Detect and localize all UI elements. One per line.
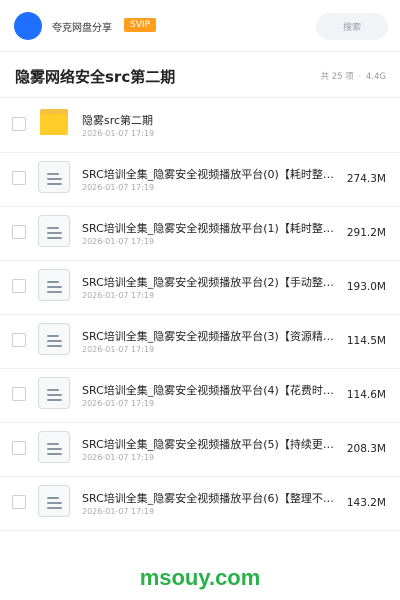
item-checkbox[interactable] xyxy=(12,279,26,293)
document-icon xyxy=(38,377,70,409)
item-date: 2026-01-07 17:19 xyxy=(82,291,155,300)
item-date: 2026-01-07 17:19 xyxy=(82,345,155,354)
document-icon xyxy=(38,431,70,463)
title-row: 隐雾网络安全src第二期 共 25 项 · 4.4G xyxy=(0,52,400,98)
item-name: SRC培训全集_隐雾安全视频播放平台(6)【整理不易，请勿倒卖】.txt xyxy=(82,492,336,505)
item-date: 2026-01-07 17:19 xyxy=(82,237,155,246)
list-item[interactable]: SRC培训全集_隐雾安全视频播放平台(2)【手动整理不易，请勿倒卖】.txt 2… xyxy=(0,261,400,315)
item-count: 共 25 项 xyxy=(320,72,354,82)
item-checkbox[interactable] xyxy=(12,387,26,401)
item-size: 114.5M xyxy=(346,335,386,347)
search-input[interactable]: 搜索 xyxy=(316,13,388,40)
item-name: SRC培训全集_隐雾安全视频播放平台(1)【耗时整理不易，请勿倒卖】.txt xyxy=(82,222,336,235)
item-checkbox[interactable] xyxy=(12,225,26,239)
item-date: 2026-01-07 17:19 xyxy=(82,399,155,408)
folder-summary: 共 25 项 · 4.4G xyxy=(320,70,387,82)
item-name: SRC培训全集_隐雾安全视频播放平台(2)【手动整理不易，请勿倒卖】.txt xyxy=(82,276,336,289)
document-icon xyxy=(38,485,70,517)
header-bar: 夸克网盘分享 SVIP 搜索 xyxy=(0,0,400,52)
document-icon xyxy=(38,323,70,355)
item-checkbox[interactable] xyxy=(12,333,26,347)
item-name: 隐雾src第二期 xyxy=(82,114,154,127)
item-size: 193.0M xyxy=(346,281,386,293)
document-icon xyxy=(38,269,70,301)
item-size: 114.6M xyxy=(346,389,386,401)
item-name: SRC培训全集_隐雾安全视频播放平台(4)【花费时间整理，请勿倒卖】.txt xyxy=(82,384,336,397)
item-size: 143.2M xyxy=(346,497,386,509)
item-name: SRC培训全集_隐雾安全视频播放平台(0)【耗时整理不易，请勿倒卖】.txt xyxy=(82,168,336,181)
site-watermark: msouy.com xyxy=(139,565,261,590)
list-item[interactable]: SRC培训全集_隐雾安全视频播放平台(1)【耗时整理不易，请勿倒卖】.txt 2… xyxy=(0,207,400,261)
page-title: 隐雾网络安全src第二期 xyxy=(15,68,176,86)
share-page: 夸克网盘分享 SVIP 搜索 隐雾网络安全src第二期 共 25 项 · 4.4… xyxy=(0,0,400,600)
list-item[interactable]: SRC培训全集_隐雾安全视频播放平台(6)【整理不易，请勿倒卖】.txt 202… xyxy=(0,477,400,531)
item-date: 2026-01-07 17:19 xyxy=(82,453,155,462)
item-date: 2026-01-07 17:19 xyxy=(82,183,155,192)
item-size: 274.3M xyxy=(346,173,386,185)
avatar[interactable] xyxy=(14,12,42,40)
item-date: 2026-01-07 17:19 xyxy=(82,129,155,138)
folder-icon xyxy=(40,109,68,135)
svip-badge: SVIP xyxy=(124,18,156,32)
search-placeholder: 搜索 xyxy=(342,23,361,33)
item-checkbox[interactable] xyxy=(12,171,26,185)
list-item[interactable]: SRC培训全集_隐雾安全视频播放平台(3)【资源精选不易，请勿倒卖】.txt 2… xyxy=(0,315,400,369)
list-item[interactable]: SRC培训全集_隐雾安全视频播放平台(4)【花费时间整理，请勿倒卖】.txt 2… xyxy=(0,369,400,423)
item-name: SRC培训全集_隐雾安全视频播放平台(5)【持续更新资源，请勿倒卖】.txt xyxy=(82,438,336,451)
file-list: 隐雾src第二期 2026-01-07 17:19 SRC培训全集_隐雾安全视频… xyxy=(0,99,400,531)
item-size: 208.3M xyxy=(346,443,386,455)
list-item[interactable]: SRC培训全集_隐雾安全视频播放平台(0)【耗时整理不易，请勿倒卖】.txt 2… xyxy=(0,153,400,207)
item-checkbox[interactable] xyxy=(12,441,26,455)
item-date: 2026-01-07 17:19 xyxy=(82,507,155,516)
item-checkbox[interactable] xyxy=(12,495,26,509)
list-item[interactable]: SRC培训全集_隐雾安全视频播放平台(5)【持续更新资源，请勿倒卖】.txt 2… xyxy=(0,423,400,477)
document-icon xyxy=(38,215,70,247)
brand-name: 夸克网盘分享 xyxy=(52,23,112,34)
document-icon xyxy=(38,161,70,193)
list-item[interactable]: 隐雾src第二期 2026-01-07 17:19 xyxy=(0,99,400,153)
item-size: 291.2M xyxy=(346,227,386,239)
item-name: SRC培训全集_隐雾安全视频播放平台(3)【资源精选不易，请勿倒卖】.txt xyxy=(82,330,336,343)
total-size: 4.4G xyxy=(365,72,386,82)
summary-separator: · xyxy=(358,72,362,82)
item-checkbox[interactable] xyxy=(12,117,26,131)
